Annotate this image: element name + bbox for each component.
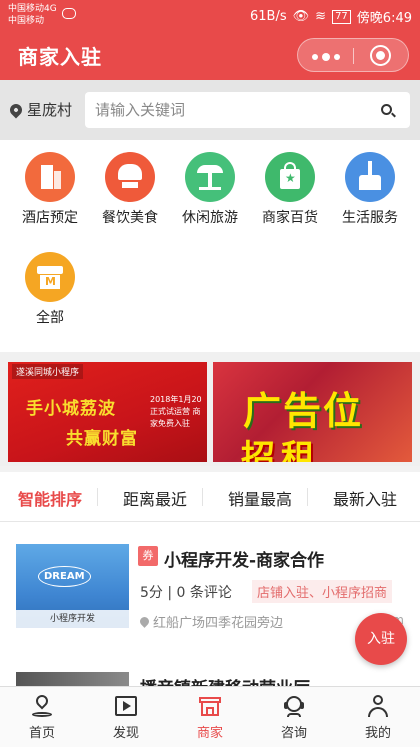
category-label: 生活服务 [342,210,398,226]
location-pin-icon [7,101,25,118]
carrier-1: 中国移动4G [8,4,57,14]
sort-tab-newest[interactable]: 最新入驻 [333,486,397,510]
location-pin-icon [138,615,151,628]
location-label: 星庞村 [27,101,73,119]
category-label: 全部 [36,310,64,326]
page-title: 商家入驻 [18,45,102,69]
shopping-bag-icon: ★ [265,152,315,202]
join-merchant-button[interactable]: 入驻 [355,613,407,665]
merchant-rating: 5分 | 0 条评论 [140,585,232,601]
user-icon [366,694,390,718]
home-location-icon [30,692,54,718]
coupon-badge: 券 [138,546,158,566]
tab-discover[interactable]: 发现 [84,687,168,747]
video-icon [114,694,138,718]
search-input[interactable] [95,100,365,120]
banner-headline-2: 共赢财富 [66,429,138,449]
category-label: 酒店预定 [22,210,78,226]
clock: 傍晚6:49 [356,11,412,26]
nav-bar: 商家入驻 [0,30,420,80]
thumb-word: DREAM [38,566,91,587]
hotel-icon [25,152,75,202]
category-travel[interactable]: 休闲旅游 [170,140,250,230]
more-options-icon[interactable] [312,53,340,61]
merchant-title: 小程序开发-商家合作 [164,551,325,571]
broom-icon [345,152,395,202]
merchant-title-2[interactable]: 播音镇新建移动营业厅 [140,674,310,686]
category-label: 休闲旅游 [182,210,238,226]
capsule-divider [353,48,354,64]
category-label: 餐饮美食 [102,210,158,226]
status-right: 61B/s 👁 ≋ 77 傍晚6:49 [250,7,412,26]
tab-label: 咨询 [280,726,307,741]
search-bar: 星庞村 [0,80,420,140]
sort-tab-distance[interactable]: 距离最近 [123,486,204,510]
merchant-address-text: 红船广场四季花园旁边 [153,616,284,631]
banner-promo[interactable]: 遂溪同城小程序 手小城荔波 共赢财富 2018年1月20 正式试运营 商家免费入… [8,362,207,462]
shop-icon: M [25,252,75,302]
battery-icon: 77 [332,9,351,24]
banner-ad-title: 广告位 [243,389,364,433]
banner-ad-space[interactable]: 广告位 招租 [213,362,412,462]
bottom-tabbar: 首页 发现 商家 咨询 我的 [0,686,420,747]
thumb-caption: 小程序开发 [16,610,129,628]
category-all[interactable]: M 全部 [10,240,90,330]
sort-tab-label: 智能排序 [18,490,83,509]
carrier-info: 中国移动4G 中国移动 [8,3,57,27]
category-hotel[interactable]: 酒店预定 [10,140,90,230]
banner-headline-1: 手小城荔波 [26,399,116,419]
tab-home[interactable]: 首页 [0,687,84,747]
close-miniprogram-icon[interactable] [370,45,391,66]
miniprogram-capsule [297,38,409,72]
tab-label: 发现 [112,726,139,741]
network-speed: 61B/s [250,9,287,24]
sort-tab-sales[interactable]: 销量最高 [228,486,309,510]
search-icon[interactable] [381,104,392,115]
carrier-2: 中国移动 [8,16,45,26]
sort-tabs: 智能排序 距离最近 销量最高 最新入驻 [0,472,420,522]
merchant-address: 红船广场四季花园旁边 [138,612,284,631]
store-icon [198,694,222,718]
banner-date: 2018年1月20 正式试运营 商家免费入驻 [150,394,206,430]
banner-note-text: 正式试运营 商家免费入驻 [150,407,201,428]
sort-tab-label: 最新入驻 [333,490,398,509]
sort-tab-smart[interactable]: 智能排序 [18,486,99,510]
category-food[interactable]: 餐饮美食 [90,140,170,230]
search-box[interactable] [85,92,410,128]
sort-tab-label: 销量最高 [228,490,293,509]
sort-tab-label: 距离最近 [123,490,188,509]
category-retail[interactable]: ★ 商家百货 [250,140,330,230]
merchant-list: DREAM 小程序开发 券 小程序开发-商家合作 5分 | 0 条评论 店铺入驻… [0,522,420,686]
category-grid: 酒店预定 餐饮美食 休闲旅游 ★ 商家百货 生活服务 M 全部 [0,140,420,352]
merchant-thumbnail: DREAM 小程序开发 [16,544,129,628]
category-services[interactable]: 生活服务 [330,140,410,230]
tab-profile[interactable]: 我的 [336,687,420,747]
tab-label: 我的 [364,726,391,741]
palm-tree-icon [185,152,235,202]
location-selector[interactable]: 星庞村 [7,99,73,120]
chef-hat-icon [105,152,155,202]
merchant-tags: 店铺入驻、小程序招商 [252,580,393,603]
tab-label: 商家 [196,726,223,741]
customer-service-icon [282,694,306,718]
tab-merchants[interactable]: 商家 [168,687,252,747]
tab-label: 首页 [28,726,55,741]
wechat-notification-icon [62,8,76,19]
merchant-thumbnail-2[interactable] [16,672,129,686]
wifi-icon: ≋ [315,9,327,24]
banner-date-text: 2018年1月20 [150,395,202,404]
category-label: 商家百货 [262,210,318,226]
tab-consult[interactable]: 咨询 [252,687,336,747]
banner-carousel: 遂溪同城小程序 手小城荔波 共赢财富 2018年1月20 正式试运营 商家免费入… [0,352,420,466]
banner-tag: 遂溪同城小程序 [12,364,84,379]
banner-ad-subtitle: 招租 [241,438,321,462]
status-bar: 中国移动4G 中国移动 61B/s 👁 ≋ 77 傍晚6:49 [0,0,420,30]
eye-icon: 👁 [292,9,310,24]
